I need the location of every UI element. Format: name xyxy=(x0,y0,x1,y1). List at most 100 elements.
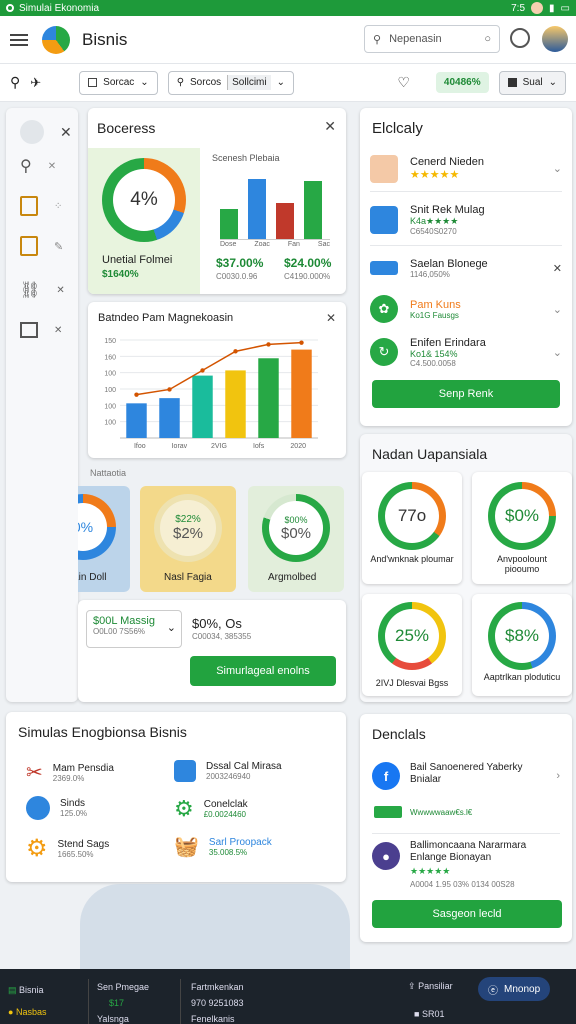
close-icon[interactable]: ✕ xyxy=(56,285,64,296)
tile[interactable]: $22% $2% Nasl Fagia xyxy=(140,486,236,592)
sorcac-label: Sorcac xyxy=(103,77,135,88)
y-tick-label: 160 xyxy=(104,354,116,361)
close-icon[interactable]: ✕ xyxy=(54,325,62,336)
close-icon[interactable]: ✕ xyxy=(60,124,72,141)
chevron-down-icon[interactable]: ⌄ xyxy=(553,346,562,359)
stat-label: Aaptrlkan ploduticu xyxy=(483,672,561,682)
list-item[interactable]: ↻ Enifen Erindara Ko1& 154% C4.500.0058 … xyxy=(370,330,562,374)
bottom-section-2[interactable]: Sen Pmegae $17 Yalsnga xyxy=(88,979,149,1024)
dencial-item[interactable]: ● Ballimoncaana Nararmara Enlange Bionay… xyxy=(372,840,560,896)
left-sidebar: ✕ ⚲ ✕ ⁘ ✎ ⛓ ✕ ✕ xyxy=(6,108,78,702)
stat-tile[interactable]: 77o And'wnknak ploumar xyxy=(362,472,462,584)
mnonop-button[interactable]: ⓔ Mnonop xyxy=(478,977,551,1001)
stat-tile[interactable]: $0% Anvpoolount piooumo xyxy=(472,472,572,584)
airplane-icon[interactable]: ✈ xyxy=(30,75,41,91)
mini-val1: $37.00% xyxy=(216,256,264,270)
stat-label: 2IVJ Dlesvai Bgss xyxy=(375,678,449,688)
sidebar-item-bag[interactable]: ⁘ xyxy=(20,196,62,216)
x-tick-label: Iofs xyxy=(253,443,265,450)
app-logo xyxy=(42,25,70,54)
chart-title: Batndeo Pam Magnekoasin xyxy=(98,312,234,324)
bottom-badge: ■ SR01 xyxy=(414,1009,444,1019)
dencials-card: Denclals f Bail Sanoenered Yaberky Bnial… xyxy=(360,714,572,942)
bottom-section-3[interactable]: Fartmkenkan 970 9251083 Fenelkanis xyxy=(180,979,244,1024)
chevron-down-icon: ⌄ xyxy=(276,77,285,88)
chevron-down-icon: ⌄ xyxy=(166,622,176,634)
list-item[interactable]: Snit Rek Mulag K4a★★★★ C6540S0270 xyxy=(370,194,562,246)
sidebar-item-link[interactable]: ⛓ ✕ xyxy=(20,280,65,300)
bottom-section-4[interactable]: ⇪ Pansiliar xyxy=(408,981,453,992)
sual-label: Sual xyxy=(522,77,543,88)
tile-ring-value: $0% xyxy=(280,524,312,542)
trend-point xyxy=(266,342,271,347)
clear-icon[interactable]: ○ xyxy=(484,33,491,45)
sim-item-name: Conelclak xyxy=(203,799,248,810)
dencial-item[interactable]: f Bail Sanoenered Yaberky Bnialar › Wwww… xyxy=(372,762,560,834)
sim-item[interactable]: ⚙ Conelclak £0.0024460 xyxy=(174,796,248,822)
chevron-down-icon[interactable]: ⌄ xyxy=(553,303,562,316)
senp-renk-button[interactable]: Senp Renk xyxy=(372,380,560,408)
stat-tile[interactable]: 25% 2IVJ Dlesvai Bgss xyxy=(362,594,462,696)
fenel-label: Fenelkanis xyxy=(191,1014,235,1024)
sual-dropdown[interactable]: Sual ⌄ xyxy=(498,70,566,95)
toolbar: ⚲ ✈ Sorcac ⌄ ⚲ Sorcos Sollcimi ⌄ ♡ 40486… xyxy=(0,64,576,102)
chart-bar xyxy=(225,370,246,438)
stat-ring-value: 77o xyxy=(397,506,427,525)
close-small-icon[interactable]: ✕ xyxy=(48,161,56,172)
close-icon[interactable]: ✕ xyxy=(553,262,562,275)
menu-icon[interactable] xyxy=(10,33,28,46)
sim-item[interactable]: 🧺 Sarl Proopack 35.008.5% xyxy=(174,834,272,859)
heart-icon[interactable]: ♡ xyxy=(397,74,410,91)
sim-item[interactable]: Sinds 125.0% xyxy=(26,796,87,820)
x-tick-label: 2VIG xyxy=(211,443,227,450)
select-card: $00L Massig O0L00 7S56% ⌄ $0%, Os C00034… xyxy=(78,600,346,702)
stat-label: And'wnknak ploumar xyxy=(370,554,454,564)
list-item[interactable]: Saelan Blonege 1146,050% ✕ xyxy=(370,248,562,288)
list-item[interactable]: Cenerd Nieden ★★★★★ ⌄ xyxy=(370,146,562,192)
sorcac-dropdown[interactable]: Sorcac ⌄ xyxy=(79,70,158,95)
sidebar-item-lock[interactable]: ✎ xyxy=(20,236,63,256)
search-tool-icon[interactable]: ⚲ xyxy=(10,74,20,91)
simulas-card: Simulas Enogbionsa Bisnis ✂ Mam Pensdia 2… xyxy=(6,712,346,882)
globe-icon[interactable] xyxy=(510,28,530,48)
bag-icon xyxy=(20,196,38,216)
tile[interactable]: $00% $0% Argmolbed xyxy=(248,486,344,592)
user-avatar[interactable] xyxy=(542,26,568,52)
status-bar: Simulai Ekonomia 7:5 ▮ ▭ xyxy=(0,0,576,16)
chevron-down-icon[interactable]: ⌄ xyxy=(553,162,562,175)
stat-tile[interactable]: $8% Aaptrlkan ploduticu xyxy=(472,594,572,696)
search-input[interactable]: Nepenasin xyxy=(389,33,442,45)
sidebar-item-gear[interactable]: ✕ xyxy=(20,120,72,144)
list-item[interactable]: ✿ Pam Kuns Ko1G Fausgs ⌄ xyxy=(370,290,562,328)
sasgeon-button[interactable]: Sasgeon lecld xyxy=(372,900,562,928)
chevron-right-icon[interactable]: › xyxy=(556,770,560,782)
sidebar-item-doc[interactable]: ✕ xyxy=(20,322,62,338)
chart-bar xyxy=(258,358,279,438)
tile[interactable]: 0% Kin Doll xyxy=(78,486,130,592)
close-icon[interactable]: ✕ xyxy=(324,118,336,135)
sidebar-item-search[interactable]: ⚲ ✕ xyxy=(20,156,56,176)
background-blob xyxy=(80,884,350,969)
tile-ring-value: $2% xyxy=(172,525,204,542)
close-icon[interactable]: ✕ xyxy=(326,311,336,325)
amount-select[interactable]: $00L Massig O0L00 7S56% ⌄ xyxy=(86,610,182,648)
bisnia-icon: ▤ xyxy=(8,985,17,995)
simulate-button[interactable]: Simurlageal enolns xyxy=(190,656,336,686)
search-icon: ⚲ xyxy=(373,33,382,46)
trend-point xyxy=(299,340,304,345)
sim-item-name: Mam Pensdia xyxy=(52,762,114,774)
sim-item[interactable]: ✂ Mam Pensdia 2369.0% xyxy=(26,760,114,785)
bottom-section-1[interactable]: ▤ Bisnia ● Nasbas xyxy=(8,979,46,1023)
sim-item[interactable]: ⚙ Stend Sags 1665.50% xyxy=(26,834,109,863)
sim-item-sub: 125.0% xyxy=(60,809,88,818)
app-bar: Bisnis ⚲ Nepenasin ○ xyxy=(0,16,576,64)
sim-item-sub: 2369.0% xyxy=(52,773,85,783)
stat-ring-value: $0% xyxy=(504,506,540,525)
pansiliar-label: Pansiliar xyxy=(418,981,453,991)
sorcos-dropdown[interactable]: ⚲ Sorcos Sollcimi ⌄ xyxy=(167,70,294,95)
magnifier-icon: ⚲ xyxy=(20,158,32,175)
gear-icon xyxy=(20,120,44,144)
nasbas-label: Nasbas xyxy=(15,1007,47,1017)
sim-item[interactable]: Dssal Cal Mirasa 2003246940 xyxy=(174,760,282,782)
search-box[interactable]: ⚲ Nepenasin ○ xyxy=(364,25,500,53)
